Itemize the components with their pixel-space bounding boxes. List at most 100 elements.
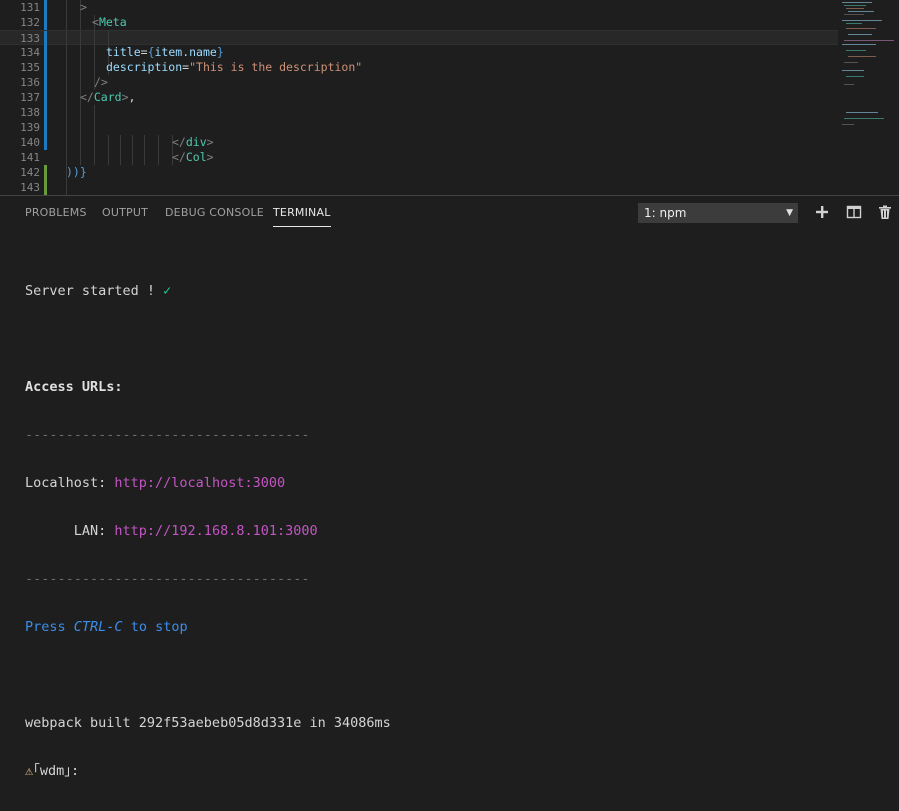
code-text: /> [94,75,108,89]
terminal-line: Press CTRL-C to stop [25,619,885,635]
indent-guide [66,75,67,90]
code-line[interactable]: 136 /> [0,75,838,90]
code-text: description="This is the description" [106,60,363,74]
indent-guide [66,31,67,46]
indent-guide [108,135,109,150]
code-line[interactable]: 133 [0,30,838,46]
indent-guide [80,120,81,135]
line-number: 137 [20,91,40,104]
git-change-marker [44,90,47,105]
code-line[interactable]: 141 </Col> [0,150,838,165]
warning-icon: ⚠ [25,763,34,779]
minimap[interactable] [838,0,899,195]
indent-guide [80,105,81,120]
indent-guide [80,75,81,90]
lan-label: LAN: [25,523,115,539]
minimap-line [844,40,894,41]
git-change-marker [44,120,47,135]
indent-guide [158,135,159,150]
minimap-line [842,44,876,45]
indent-guide [94,120,95,135]
git-change-marker [44,31,47,46]
bottom-panel: PROBLEMS OUTPUT DEBUG CONSOLE TERMINAL 1… [0,195,899,779]
wdm-text: ｢wdm｣: [33,763,80,779]
trash-icon[interactable] [877,204,893,220]
code-line[interactable]: 131 > [0,0,838,15]
git-change-marker [44,105,47,120]
tab-debug-console[interactable]: DEBUG CONSOLE [165,206,264,219]
terminal-line: ⚠｢wdm｣: [25,763,885,779]
git-change-marker [44,60,47,75]
indent-guide [94,135,95,150]
terminal-select[interactable]: 1: npm ▼ [638,203,798,223]
code-line[interactable]: 137 </Card>, [0,90,838,105]
code-line[interactable]: 140 </div> [0,135,838,150]
minimap-line [842,2,872,3]
minimap-line [846,76,864,77]
line-number: 133 [20,32,40,45]
indent-guide [132,150,133,165]
code-text: </Col> [172,150,214,164]
terminal-output[interactable]: Server started ! ✓ Access URLs: --------… [25,251,885,811]
indent-guide [144,150,145,165]
indent-guide [80,15,81,30]
indent-guide [94,45,95,60]
code-line[interactable]: 139 [0,120,838,135]
indent-guide [66,180,67,195]
code-line[interactable]: 142))} [0,165,838,180]
minimap-line [844,14,864,15]
lan-url[interactable]: http://192.168.8.101:3000 [114,523,317,539]
code-text: </div> [172,135,214,149]
code-line[interactable]: 135 description="This is the description" [0,60,838,75]
terminal-line: Localhost: http://localhost:3000 [25,475,885,491]
indent-guide [80,150,81,165]
indent-guide [80,45,81,60]
git-change-marker [44,0,47,15]
check-icon: ✓ [163,283,172,299]
code-line[interactable]: 132 <Meta [0,15,838,30]
git-change-marker [44,165,47,180]
line-number: 139 [20,121,40,134]
webpack-built-text: webpack built 292f53aebeb05d8d331e in 34… [25,715,391,731]
indent-guide [120,135,121,150]
localhost-url[interactable]: http://localhost:3000 [114,475,285,491]
divider-top: ----------------------------------- [25,427,310,443]
add-terminal-icon[interactable] [814,204,830,220]
localhost-label: Localhost: [25,475,115,491]
code-text: <Meta [92,15,127,29]
code-line[interactable]: 143 [0,180,838,195]
split-terminal-icon[interactable] [846,204,862,220]
server-started-text: Server started ! [25,283,164,299]
code-line[interactable]: 138 [0,105,838,120]
minimap-line [848,56,876,57]
press-text: Press [25,619,74,635]
indent-guide [66,0,67,15]
divider-bottom: ----------------------------------- [25,571,310,587]
line-number: 132 [20,16,40,29]
indent-guide [158,150,159,165]
terminal-select-value: 1: npm [644,206,687,220]
minimap-line [842,70,864,71]
indent-guide [144,135,145,150]
indent-guide [66,120,67,135]
minimap-line [846,112,878,113]
line-number: 134 [20,46,40,59]
git-change-marker [44,75,47,90]
git-change-marker [44,135,47,150]
minimap-line [842,124,854,125]
indent-guide [66,135,67,150]
tab-terminal[interactable]: TERMINAL [273,206,331,227]
code-editor[interactable]: 131 >132 <Meta 133 134 title={item.name} 135 de… [0,0,899,195]
panel-tabs: PROBLEMS OUTPUT DEBUG CONSOLE TERMINAL [0,196,620,230]
indent-guide [94,31,95,46]
indent-guide [66,60,67,75]
indent-guide [66,90,67,105]
tab-output[interactable]: OUTPUT [102,206,148,219]
code-line[interactable]: 134 title={item.name} [0,45,838,60]
indent-guide [108,31,109,46]
tab-problems[interactable]: PROBLEMS [25,206,87,219]
to-stop-text: to stop [122,619,188,635]
chevron-down-icon: ▼ [786,208,793,218]
line-number: 136 [20,76,40,89]
